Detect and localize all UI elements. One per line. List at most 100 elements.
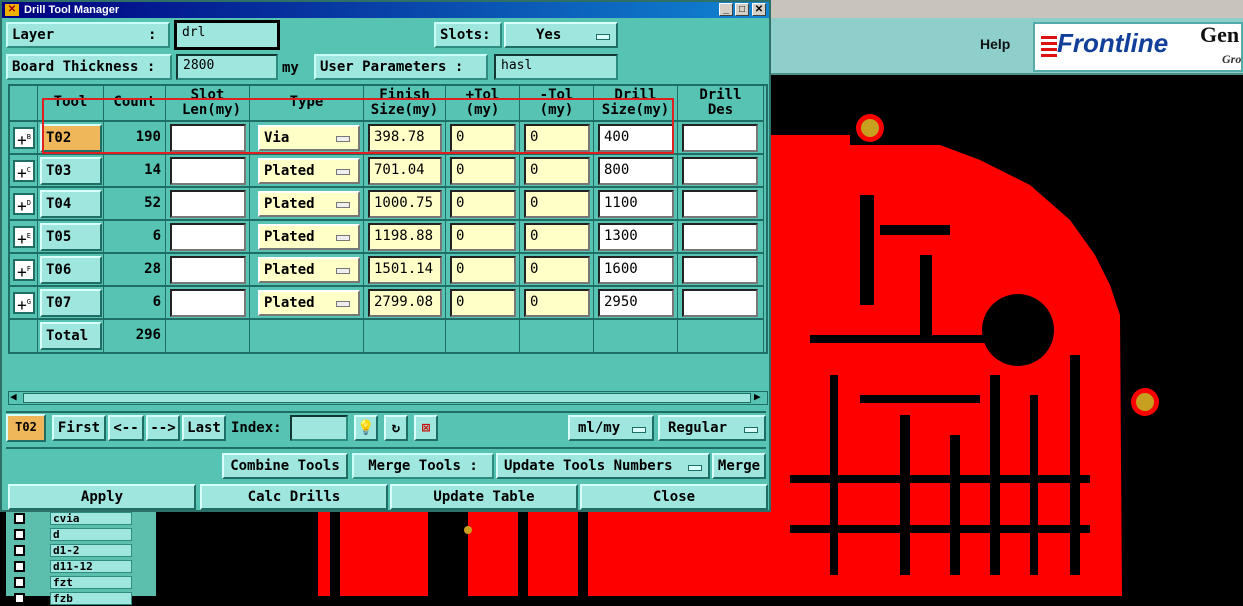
plus-tol-input[interactable]: 0 <box>450 190 516 218</box>
slot-len-input[interactable] <box>170 289 246 317</box>
calc-drills-button[interactable]: Calc Drills <box>200 484 388 510</box>
first-button[interactable]: First <box>52 415 106 441</box>
board-thickness-input[interactable]: 2800 <box>176 54 278 80</box>
next-button[interactable]: --> <box>146 415 180 441</box>
plus-tol-input[interactable]: 0 <box>450 223 516 251</box>
expand-icon[interactable]: +G <box>13 292 35 314</box>
expand-icon[interactable]: +F <box>13 259 35 281</box>
list-item[interactable]: fzt <box>12 576 132 590</box>
minus-tol-input[interactable]: 0 <box>524 190 590 218</box>
minus-tol-input[interactable]: 0 <box>524 124 590 152</box>
finish-size-input[interactable]: 1198.88 <box>368 223 442 251</box>
checkbox[interactable] <box>14 529 25 540</box>
title-bar[interactable]: ✕ Drill Tool Manager _ □ ✕ <box>2 2 769 18</box>
plus-tol-input[interactable]: 0 <box>450 256 516 284</box>
layer-input[interactable]: drl <box>174 20 280 50</box>
slot-len-input[interactable] <box>170 190 246 218</box>
drill-des-input[interactable] <box>682 124 758 152</box>
close-button[interactable]: Close <box>580 484 768 510</box>
slot-len-input[interactable] <box>170 124 246 152</box>
checkbox[interactable] <box>14 577 25 588</box>
minus-tol-input[interactable]: 0 <box>524 157 590 185</box>
expand-icon[interactable]: +B <box>13 127 35 149</box>
plus-tol-input[interactable]: 0 <box>450 124 516 152</box>
list-item[interactable]: cvia <box>12 512 132 526</box>
tool-button[interactable]: T04 <box>40 190 102 218</box>
finish-size-input[interactable]: 1000.75 <box>368 190 442 218</box>
units-dropdown[interactable]: ml/my <box>568 415 654 441</box>
apply-button[interactable]: Apply <box>8 484 196 510</box>
drill-size-input[interactable]: 1100 <box>598 190 674 218</box>
drill-size-input[interactable]: 800 <box>598 157 674 185</box>
scroll-right-icon[interactable]: ▶ <box>754 390 761 403</box>
minus-tol-input[interactable]: 0 <box>524 256 590 284</box>
type-dropdown[interactable]: Plated <box>258 224 360 250</box>
drill-des-cell <box>678 254 764 287</box>
checkbox[interactable] <box>14 545 25 556</box>
list-item[interactable]: d11-12 <box>12 560 132 574</box>
scroll-left-icon[interactable]: ◀ <box>10 390 17 403</box>
type-dropdown[interactable]: Plated <box>258 191 360 217</box>
pcb-canvas[interactable] <box>770 75 1243 596</box>
type-dropdown[interactable]: Plated <box>258 158 360 184</box>
type-dropdown[interactable]: Via <box>258 125 360 151</box>
combine-tools-button[interactable]: Combine Tools <box>222 453 348 479</box>
tool-button[interactable]: T06 <box>40 256 102 284</box>
checkbox[interactable] <box>14 593 25 604</box>
list-item[interactable]: d <box>12 528 132 542</box>
maximize-icon[interactable]: □ <box>735 3 749 16</box>
prev-button[interactable]: <-- <box>108 415 144 441</box>
tool-button[interactable]: T07 <box>40 289 102 317</box>
drill-size-input[interactable]: 2950 <box>598 289 674 317</box>
drill-des-input[interactable] <box>682 190 758 218</box>
merge-button[interactable]: Merge <box>712 453 766 479</box>
bulb-icon[interactable]: 💡 <box>354 415 378 441</box>
last-button[interactable]: Last <box>182 415 226 441</box>
plus-tol-input[interactable]: 0 <box>450 157 516 185</box>
update-table-button[interactable]: Update Table <box>390 484 578 510</box>
cancel-icon[interactable]: ⊠ <box>414 415 438 441</box>
index-input[interactable] <box>290 415 348 441</box>
close-icon[interactable]: ✕ <box>752 3 766 16</box>
expand-icon[interactable]: +D <box>13 193 35 215</box>
slots-dropdown[interactable]: Yes <box>504 22 618 48</box>
type-dropdown[interactable]: Plated <box>258 290 360 316</box>
type-dropdown[interactable]: Plated <box>258 257 360 283</box>
drill-size-input[interactable]: 1600 <box>598 256 674 284</box>
refresh-icon[interactable]: ↻ <box>384 415 408 441</box>
merge-option-dropdown[interactable]: Update Tools Numbers <box>496 453 710 479</box>
list-item[interactable]: fzb <box>12 592 132 606</box>
drill-des-input[interactable] <box>682 289 758 317</box>
mode-dropdown[interactable]: Regular <box>658 415 766 441</box>
minus-tol-cell: 0 <box>520 254 594 287</box>
drill-des-input[interactable] <box>682 157 758 185</box>
drill-des-input[interactable] <box>682 256 758 284</box>
tool-button[interactable]: T05 <box>40 223 102 251</box>
horizontal-scrollbar[interactable]: ◀ ▶ <box>8 390 768 405</box>
minus-tol-input[interactable]: 0 <box>524 289 590 317</box>
finish-size-input[interactable]: 398.78 <box>368 124 442 152</box>
drill-des-input[interactable] <box>682 223 758 251</box>
drill-size-input[interactable]: 1300 <box>598 223 674 251</box>
minimize-icon[interactable]: _ <box>719 3 733 16</box>
scroll-thumb[interactable] <box>23 393 751 403</box>
tool-button[interactable]: T03 <box>40 157 102 185</box>
list-item[interactable]: d1-2 <box>12 544 132 558</box>
slot-len-input[interactable] <box>170 157 246 185</box>
drill-size-input[interactable]: 400 <box>598 124 674 152</box>
plus-tol-input[interactable]: 0 <box>450 289 516 317</box>
finish-size-input[interactable]: 2799.08 <box>368 289 442 317</box>
finish-size-input[interactable]: 701.04 <box>368 157 442 185</box>
expand-icon[interactable]: +E <box>13 226 35 248</box>
slot-len-input[interactable] <box>170 223 246 251</box>
layer-list[interactable]: cvia d d1-2 d11-12 fzt fzb <box>6 512 156 605</box>
checkbox[interactable] <box>14 513 25 524</box>
slot-len-input[interactable] <box>170 256 246 284</box>
help-button[interactable]: Help <box>980 36 1010 52</box>
tool-button[interactable]: T02 <box>40 124 102 152</box>
finish-size-input[interactable]: 1501.14 <box>368 256 442 284</box>
checkbox[interactable] <box>14 561 25 572</box>
expand-icon[interactable]: +C <box>13 160 35 182</box>
minus-tol-input[interactable]: 0 <box>524 223 590 251</box>
user-params-input[interactable]: hasl <box>494 54 618 80</box>
